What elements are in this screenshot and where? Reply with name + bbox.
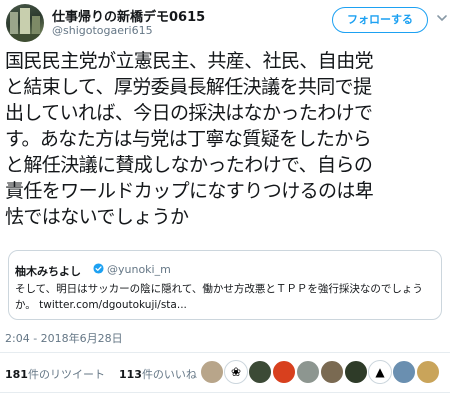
- liker-avatar-7[interactable]: [344, 360, 368, 384]
- quoted-author-handle: @yunoki_m: [107, 263, 171, 276]
- like-label[interactable]: 件のいいね: [142, 368, 197, 381]
- quoted-tweet[interactable]: 柚木みちよし @yunoki_m そして、明日はサッカーの陰に隠れて、働かせ方改…: [8, 250, 442, 320]
- liker-avatar-5[interactable]: [296, 360, 320, 384]
- author-handle[interactable]: @shigotogaeri615: [52, 24, 153, 37]
- liker-avatar-6[interactable]: [320, 360, 344, 384]
- author-display-name[interactable]: 仕事帰りの新橋デモ0615: [52, 6, 205, 25]
- liker-avatar-1[interactable]: [200, 360, 224, 384]
- chevron-down-icon[interactable]: [436, 12, 448, 24]
- avatar-building: [10, 12, 18, 34]
- avatar-building: [20, 8, 30, 34]
- tweet-text: 国民民主党が立憲民主、共産、社民、自由党 と結束して、厚労委員長解任決議を共同で…: [5, 50, 374, 228]
- verified-badge-icon: [93, 263, 104, 274]
- divider: [0, 392, 450, 393]
- liker-avatar-paw[interactable]: ❀: [224, 360, 248, 384]
- retweet-count[interactable]: 181: [5, 368, 28, 381]
- quoted-author-name: 柚木みちよし: [15, 265, 81, 278]
- follow-button[interactable]: フォローする: [332, 7, 428, 33]
- avatar-ground: [6, 34, 44, 42]
- avatar-building: [32, 16, 40, 34]
- liker-avatar-3[interactable]: [248, 360, 272, 384]
- liker-avatar-9[interactable]: [392, 360, 416, 384]
- tweet-timestamp[interactable]: 2:04 - 2018年6月28日: [5, 330, 123, 346]
- liker-avatar-10[interactable]: [416, 360, 440, 384]
- author-avatar[interactable]: [6, 4, 44, 42]
- retweet-label[interactable]: 件のリツイート: [28, 368, 105, 381]
- tweet-stats: 181件のリツイート 113件のいいね: [5, 366, 197, 382]
- liker-avatar-cat[interactable]: ▲: [368, 360, 392, 384]
- liker-avatar-apple[interactable]: [272, 360, 296, 384]
- like-count[interactable]: 113: [119, 368, 142, 381]
- divider: [0, 352, 450, 353]
- quoted-tweet-text: そして、明日はサッカーの陰に隠れて、働かせ方改悪とＴＰＰを強行採決なのでしょう …: [15, 283, 423, 311]
